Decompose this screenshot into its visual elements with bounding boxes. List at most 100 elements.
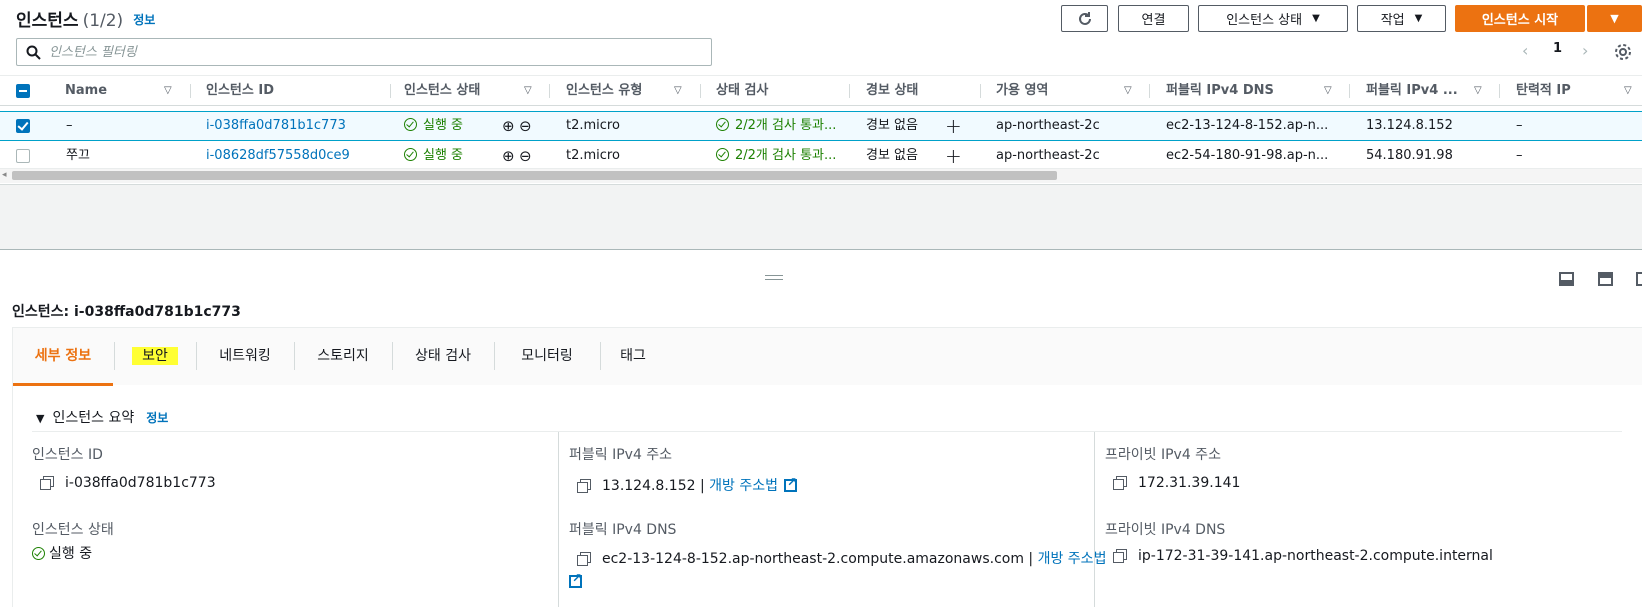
open-address-link[interactable]: 개방 주소법 bbox=[1038, 551, 1107, 567]
col-availability-zone[interactable]: 가용 영역 bbox=[996, 76, 1048, 105]
zoom-out-icon[interactable]: ⊖ bbox=[519, 142, 532, 170]
launch-dropdown-button[interactable]: ▼ bbox=[1587, 5, 1642, 32]
instance-id-link[interactable]: i-08628df57558d0ce9 bbox=[206, 142, 350, 170]
add-alarm-icon[interactable]: + bbox=[945, 112, 962, 140]
col-label: 탄력적 IP bbox=[1516, 83, 1571, 98]
state-text: 실행 중 bbox=[423, 148, 464, 163]
cell-type: t2.micro bbox=[566, 148, 620, 163]
state-text: 실행 중 bbox=[49, 546, 93, 562]
cell-status-check: 2/2개 검사 통과... bbox=[716, 142, 850, 170]
page-number[interactable]: 1 bbox=[1553, 41, 1562, 56]
table-empty-area bbox=[0, 184, 1642, 250]
instance-state-value: 실행 중 bbox=[32, 543, 92, 563]
public-ip-label: 퍼블릭 IPv4 주소 bbox=[569, 447, 673, 463]
table-row[interactable]: – i-038ffa0d781b1c773 실행 중 ⊕ ⊖ t2.micro … bbox=[0, 111, 1642, 141]
zoom-in-icon[interactable]: ⊕ bbox=[502, 142, 515, 170]
tab-details[interactable]: 세부 정보 bbox=[13, 328, 113, 386]
section-title: 인스턴스 요약 bbox=[52, 410, 135, 426]
info-link[interactable]: 정보 bbox=[133, 13, 155, 27]
search-input[interactable] bbox=[49, 41, 689, 63]
public-dns-value: ec2-13-124-8-152.ap-northeast-2.compute.… bbox=[577, 548, 1106, 568]
launch-instance-button[interactable]: 인스턴스 시작 bbox=[1455, 5, 1585, 32]
instance-id-value: i-038ffa0d781b1c773 bbox=[40, 475, 216, 491]
settings-gear-icon[interactable] bbox=[1614, 43, 1632, 65]
split-side-icon[interactable] bbox=[1636, 272, 1642, 286]
public-ip-value: 13.124.8.152 | 개방 주소법 bbox=[577, 475, 797, 495]
next-page-icon[interactable]: › bbox=[1582, 41, 1588, 60]
cell-ip: 54.180.91.98 bbox=[1366, 148, 1453, 163]
col-elastic-ip[interactable]: 탄력적 IP bbox=[1516, 76, 1571, 105]
tab-status-checks[interactable]: 상태 검사 bbox=[393, 328, 493, 386]
section-header[interactable]: ▼ 인스턴스 요약 정보 bbox=[36, 407, 168, 427]
external-link-icon[interactable] bbox=[784, 475, 797, 492]
copy-icon[interactable] bbox=[1113, 549, 1127, 563]
private-dns-text: ip-172-31-39-141.ap-northeast-2.compute.… bbox=[1138, 548, 1493, 564]
refresh-button[interactable] bbox=[1061, 5, 1108, 32]
instance-state-label: 인스턴스 상태 bbox=[32, 522, 114, 538]
copy-icon[interactable] bbox=[40, 476, 54, 490]
cell-az: ap-northeast-2c bbox=[996, 118, 1100, 133]
connect-button[interactable]: 연결 bbox=[1118, 5, 1189, 32]
cell-alarm: 경보 없음 bbox=[866, 118, 918, 133]
col-instance-state[interactable]: 인스턴스 상태 bbox=[404, 76, 480, 105]
external-link-icon[interactable] bbox=[569, 571, 582, 590]
cell-dns: ec2-54-180-91-98.ap-n... bbox=[1166, 148, 1329, 163]
actions-dropdown[interactable]: 작업 ▼ bbox=[1357, 5, 1446, 32]
cell-ip: 13.124.8.152 bbox=[1366, 118, 1453, 133]
success-check-icon bbox=[716, 148, 729, 161]
tab-monitoring[interactable]: 모니터링 bbox=[495, 328, 599, 386]
col-alarm-status[interactable]: 경보 상태 bbox=[866, 76, 918, 105]
cell-eip: – bbox=[1516, 148, 1523, 163]
page-title-text: 인스턴스 bbox=[16, 11, 79, 31]
zoom-out-icon[interactable]: ⊖ bbox=[519, 112, 532, 140]
select-all-checkbox[interactable] bbox=[16, 84, 30, 98]
col-instance-type[interactable]: 인스턴스 유형 bbox=[566, 76, 642, 105]
col-label: 인스턴스 ID bbox=[206, 83, 274, 98]
prev-page-icon[interactable]: ‹ bbox=[1522, 41, 1528, 60]
tab-networking[interactable]: 네트워킹 bbox=[197, 328, 293, 386]
col-label: 가용 영역 bbox=[996, 83, 1049, 98]
col-status-check[interactable]: 상태 검사 bbox=[716, 76, 768, 105]
caret-down-icon: ▼ bbox=[1312, 13, 1320, 24]
col-label: 인스턴스 상태 bbox=[404, 83, 481, 98]
split-bottom-icon[interactable] bbox=[1559, 272, 1574, 286]
check-text: 2/2개 검사 통과... bbox=[735, 118, 837, 133]
split-top-icon[interactable] bbox=[1598, 272, 1613, 286]
col-name[interactable]: Name bbox=[65, 76, 107, 105]
col-public-dns[interactable]: 퍼블릭 IPv4 DNS bbox=[1166, 76, 1274, 105]
tab-security[interactable]: 보안 bbox=[115, 328, 195, 386]
tab-storage[interactable]: 스토리지 bbox=[295, 328, 391, 386]
row-checkbox[interactable] bbox=[16, 119, 30, 133]
zoom-in-icon[interactable]: ⊕ bbox=[502, 112, 515, 140]
instance-state-dropdown[interactable]: 인스턴스 상태 ▼ bbox=[1198, 5, 1348, 32]
scroll-left-icon[interactable]: ◂ bbox=[2, 170, 7, 180]
copy-icon[interactable] bbox=[577, 552, 591, 566]
page-title: 인스턴스 (1/2) 정보 bbox=[16, 6, 155, 31]
check-text: 2/2개 검사 통과... bbox=[735, 148, 837, 163]
row-checkbox[interactable] bbox=[16, 149, 30, 163]
instance-id-link[interactable]: i-038ffa0d781b1c773 bbox=[206, 112, 346, 140]
success-check-icon bbox=[404, 148, 417, 161]
state-text: 실행 중 bbox=[423, 118, 464, 133]
scrollbar-thumb[interactable] bbox=[12, 171, 1057, 180]
tab-tags[interactable]: 태그 bbox=[601, 328, 665, 386]
private-dns-label: 프라이빗 IPv4 DNS bbox=[1105, 522, 1226, 538]
col-instance-id[interactable]: 인스턴스 ID bbox=[206, 76, 274, 105]
copy-icon[interactable] bbox=[577, 479, 591, 493]
col-public-ip[interactable]: 퍼블릭 IPv4 ... bbox=[1366, 76, 1458, 105]
cell-az: ap-northeast-2c bbox=[996, 148, 1100, 163]
copy-icon[interactable] bbox=[1113, 476, 1127, 490]
cell-dns: ec2-13-124-8-152.ap-n... bbox=[1166, 118, 1329, 133]
add-alarm-icon[interactable]: + bbox=[945, 142, 962, 170]
success-check-icon bbox=[716, 118, 729, 131]
instance-state-label: 인스턴스 상태 bbox=[1226, 13, 1303, 28]
drag-handle-icon[interactable] bbox=[765, 275, 783, 280]
open-address-link[interactable]: 개방 주소법 bbox=[709, 478, 778, 494]
table-header: Name ▽ 인스턴스 ID 인스턴스 상태 ▽ 인스턴스 유형 ▽ 상태 검사… bbox=[0, 75, 1642, 106]
success-check-icon bbox=[32, 547, 45, 560]
connect-label: 연결 bbox=[1141, 13, 1166, 28]
column-divider bbox=[558, 432, 559, 607]
search-box bbox=[16, 38, 712, 66]
info-link[interactable]: 정보 bbox=[146, 411, 168, 425]
cell-type: t2.micro bbox=[566, 118, 620, 133]
